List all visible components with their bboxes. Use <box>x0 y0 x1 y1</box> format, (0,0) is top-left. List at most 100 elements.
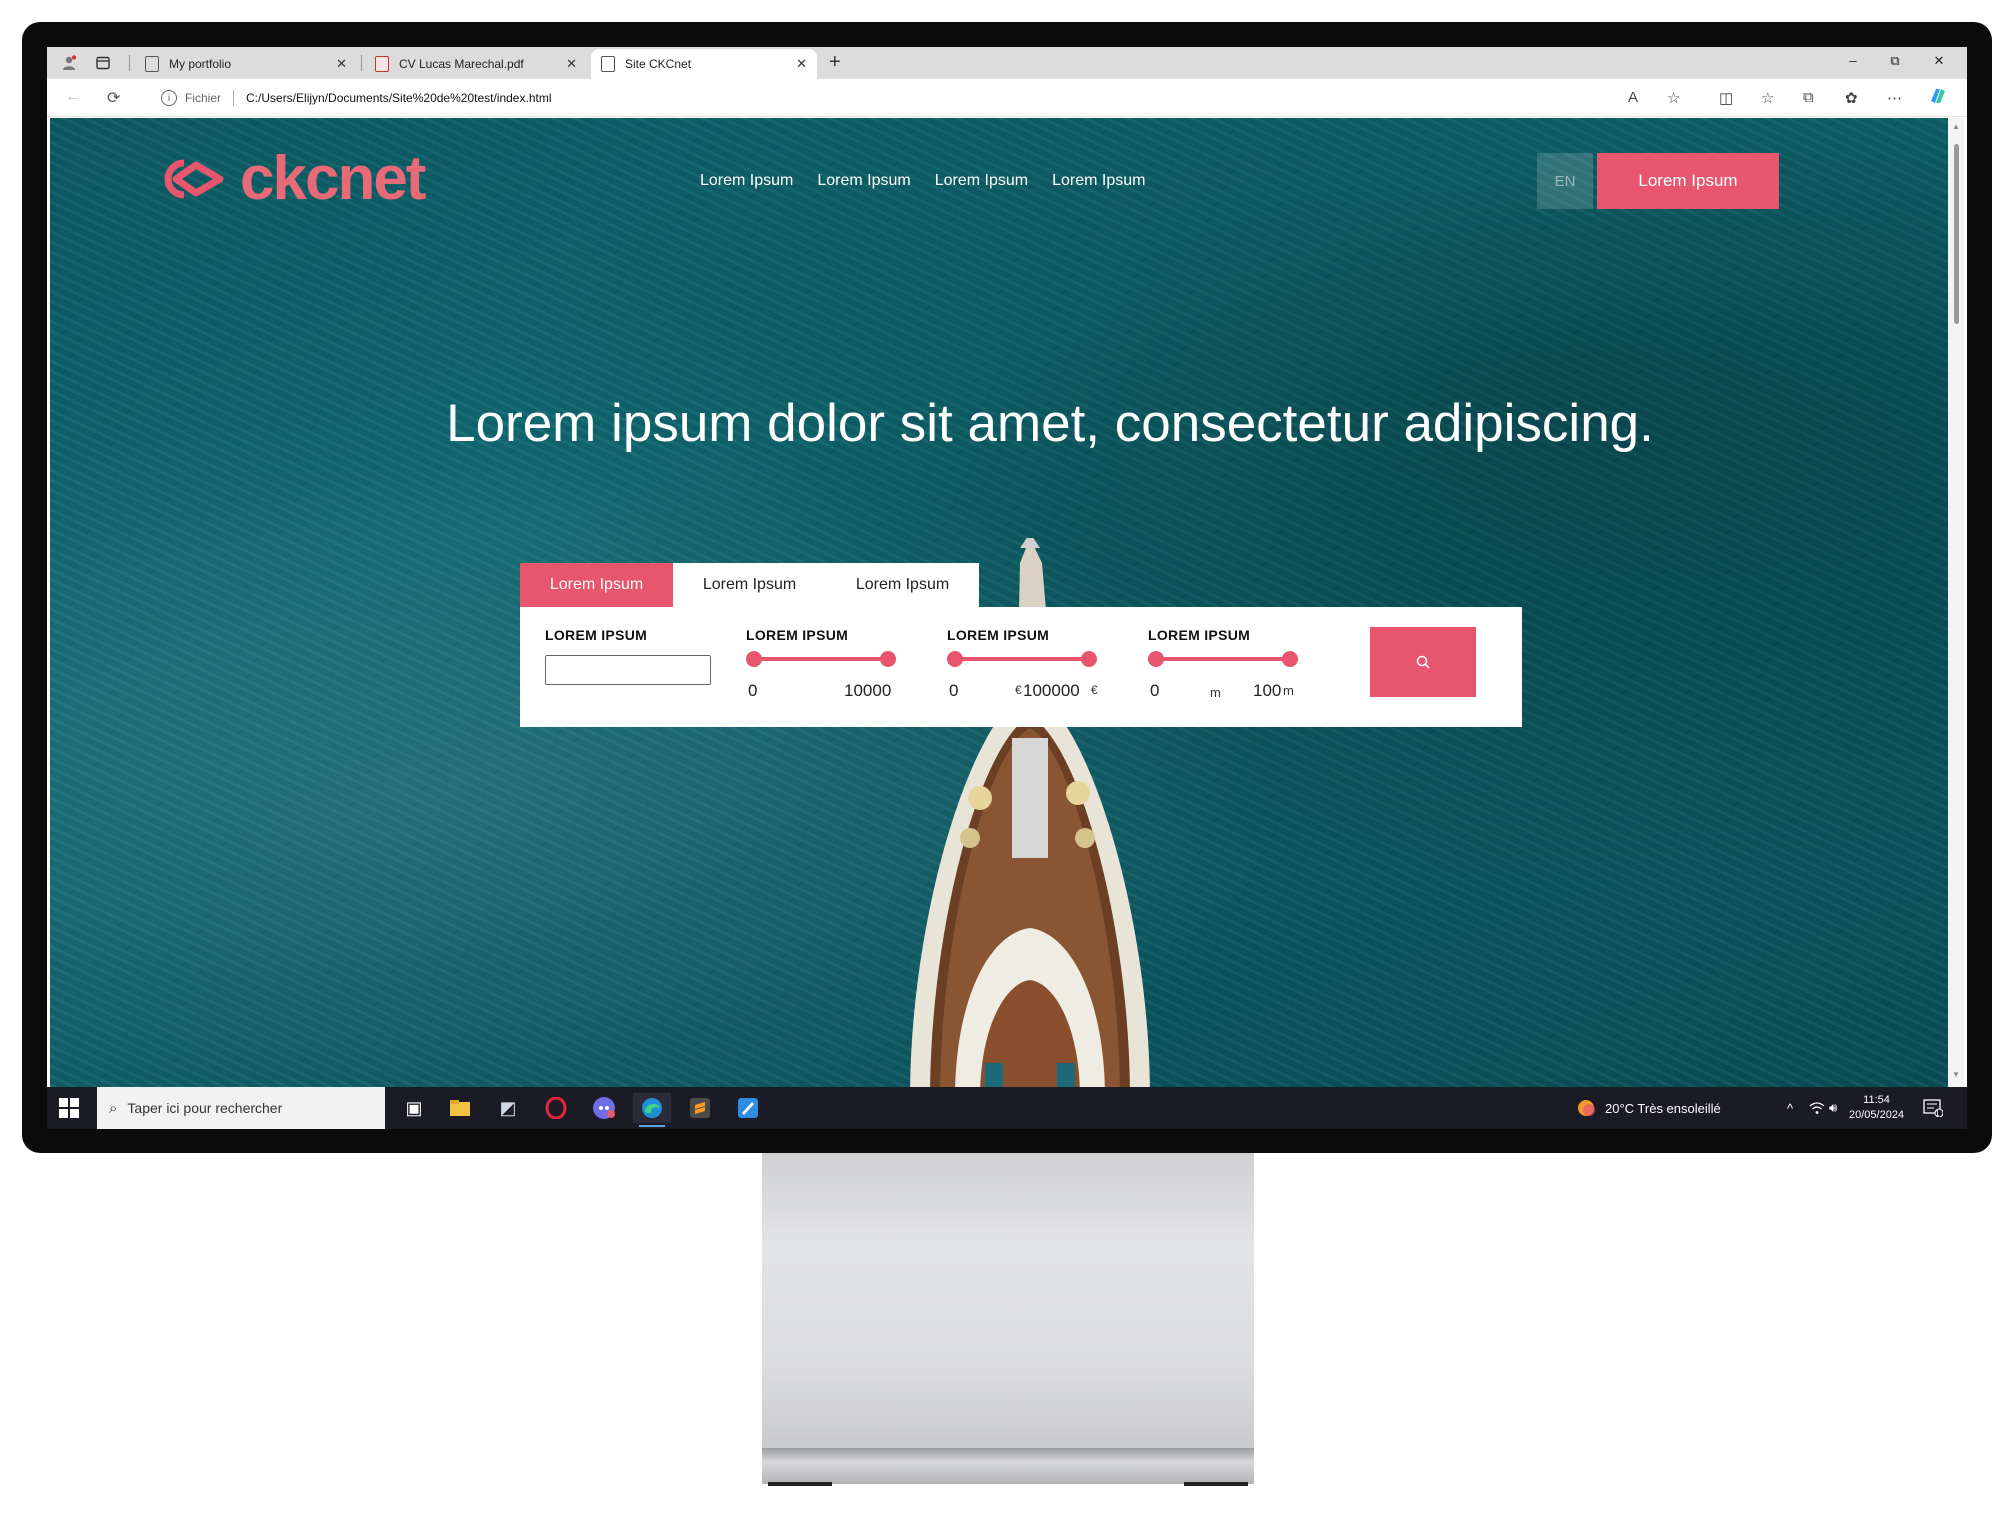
scroll-down-arrow[interactable]: ▼ <box>1952 1070 1960 1079</box>
scroll-up-arrow[interactable]: ▲ <box>1952 122 1960 131</box>
taskbar-search-placeholder: Taper ici pour rechercher <box>127 1100 283 1116</box>
range-min-value: 0 <box>949 681 959 700</box>
search-icon: ⌕ <box>109 1099 118 1117</box>
opera-icon[interactable] <box>537 1093 575 1123</box>
tab-site-ckcnet[interactable]: Site CKCnet ✕ <box>591 49 817 79</box>
search-tabs: Lorem Ipsum Lorem Ipsum Lorem Ipsum <box>520 563 979 607</box>
nav-link[interactable]: Lorem Ipsum <box>700 172 793 190</box>
url-separator <box>233 90 235 106</box>
field-label: LOREM IPSUM <box>545 627 648 643</box>
volume-icon[interactable]: 🔊︎ <box>1829 1087 1837 1129</box>
network-app-icon[interactable]: ◩ <box>489 1093 527 1123</box>
page-scrollbar[interactable]: ▲ ▼ <box>1948 118 1964 1087</box>
minimize-button[interactable]: – <box>1843 53 1863 68</box>
taskbar-search[interactable]: ⌕ Taper ici pour rechercher <box>97 1087 385 1129</box>
url-text[interactable]: C:/Users/Elijyn/Documents/Site%20de%20te… <box>246 91 551 105</box>
range-slider-min-handle[interactable] <box>746 651 762 667</box>
tab-separator <box>129 55 130 71</box>
search-icon <box>1416 655 1430 669</box>
windows-taskbar: ⌕ Taper ici pour rechercher ▣ ◩ 20°C Trè… <box>47 1087 1967 1129</box>
system-clock[interactable]: 11:54 20/05/2024 <box>1849 1093 1904 1123</box>
address-bar[interactable]: i Fichier C:/Users/Elijyn/Documents/Site… <box>147 83 1707 113</box>
file-explorer-icon[interactable] <box>441 1093 479 1123</box>
more-menu-icon[interactable]: ⋯ <box>1887 89 1902 107</box>
favorites-icon[interactable]: ☆ <box>1761 89 1774 107</box>
tab-title: My portfolio <box>169 57 232 71</box>
site-logo[interactable]: ckcnet <box>154 144 426 213</box>
nav-link[interactable]: Lorem Ipsum <box>1052 172 1145 190</box>
search-tab[interactable]: Lorem Ipsum <box>673 563 826 607</box>
back-button[interactable]: ← <box>65 88 81 106</box>
clock-time: 11:54 <box>1863 1094 1890 1106</box>
favorite-star-icon[interactable]: ☆ <box>1667 89 1680 107</box>
close-tab-icon[interactable]: ✕ <box>796 56 807 72</box>
notification-center-icon[interactable]: 1 <box>1923 1087 1943 1129</box>
copilot-icon[interactable] <box>1927 85 1949 111</box>
wifi-icon[interactable] <box>1809 1087 1825 1129</box>
page-icon <box>145 56 159 72</box>
discord-icon[interactable] <box>585 1093 623 1123</box>
weather-widget[interactable]: 20°C Très ensoleillé <box>1575 1087 1721 1129</box>
unit-label: € <box>1015 683 1022 697</box>
range-slider-track[interactable] <box>754 657 888 661</box>
field-label: LOREM IPSUM <box>947 627 1050 643</box>
search-text-input[interactable] <box>545 655 711 685</box>
windows-start-icon[interactable] <box>59 1098 79 1118</box>
page-icon <box>601 56 615 72</box>
sublime-text-icon[interactable] <box>681 1093 719 1123</box>
tab-cv-pdf[interactable]: CV Lucas Marechal.pdf ✕ <box>365 49 587 79</box>
unit-label: € <box>1091 683 1098 697</box>
range-slider-track[interactable] <box>1156 657 1290 661</box>
clock-date: 20/05/2024 <box>1849 1109 1905 1121</box>
notification-count: 1 <box>1935 1109 1940 1118</box>
cta-button[interactable]: Lorem Ipsum <box>1597 153 1779 209</box>
range-slider-min-handle[interactable] <box>1148 651 1164 667</box>
range-max-value: 100000 <box>1023 681 1080 700</box>
range-field-3: LOREM IPSUM <box>1148 627 1308 643</box>
split-screen-icon[interactable]: ◫ <box>1719 89 1733 107</box>
profile-icon[interactable] <box>59 53 79 73</box>
monitor-stand <box>762 1153 1254 1451</box>
close-tab-icon[interactable]: ✕ <box>566 56 577 72</box>
collections-icon[interactable]: ⧉ <box>1803 89 1814 106</box>
task-view-icon[interactable]: ▣ <box>395 1093 433 1123</box>
page-viewport: ckcnet Lorem Ipsum Lorem Ipsum Lorem Ips… <box>50 118 1948 1087</box>
nav-link[interactable]: Lorem Ipsum <box>935 172 1028 190</box>
range-field-2: LOREM IPSUM <box>947 627 1107 643</box>
edge-icon[interactable] <box>633 1093 671 1127</box>
stand-foot-left <box>768 1482 832 1486</box>
search-tab[interactable]: Lorem Ipsum <box>520 563 673 607</box>
range-slider-max-handle[interactable] <box>1282 651 1298 667</box>
range-slider-track[interactable] <box>955 657 1089 661</box>
close-window-button[interactable]: ✕ <box>1929 53 1949 69</box>
sun-icon <box>1578 1100 1595 1116</box>
read-aloud-icon[interactable]: A <box>1628 89 1638 106</box>
tab-my-portfolio[interactable]: My portfolio ✕ <box>135 49 357 79</box>
tab-actions-icon[interactable] <box>93 53 113 73</box>
range-slider-min-handle[interactable] <box>947 651 963 667</box>
search-tab[interactable]: Lorem Ipsum <box>826 563 979 607</box>
nav-link[interactable]: Lorem Ipsum <box>817 172 910 190</box>
close-tab-icon[interactable]: ✕ <box>336 56 347 72</box>
info-icon[interactable]: i <box>161 90 177 106</box>
language-button[interactable]: EN <box>1537 153 1593 209</box>
reload-button[interactable]: ⟳ <box>107 88 120 108</box>
paint-app-icon[interactable] <box>729 1093 767 1123</box>
logo-text: ckcnet <box>240 144 426 213</box>
tray-chevron-icon[interactable]: ^ <box>1787 1087 1793 1129</box>
monitor-stand-base <box>762 1448 1254 1484</box>
extensions-icon[interactable]: ✿ <box>1845 89 1858 107</box>
browser-toolbar: ← ⟳ i Fichier C:/Users/Elijyn/Documents/… <box>47 79 1967 117</box>
range-min-value: 0 <box>1150 681 1160 700</box>
scroll-thumb[interactable] <box>1954 144 1959 324</box>
range-slider-max-handle[interactable] <box>880 651 896 667</box>
main-nav: Lorem Ipsum Lorem Ipsum Lorem Ipsum Lore… <box>700 172 1146 190</box>
search-button[interactable] <box>1370 627 1476 697</box>
browser-tab-strip: My portfolio ✕ CV Lucas Marechal.pdf ✕ S… <box>47 47 1967 79</box>
new-tab-button[interactable]: + <box>829 51 841 74</box>
weather-text: 20°C Très ensoleillé <box>1605 1100 1721 1116</box>
restore-button[interactable]: ⧉ <box>1885 53 1905 69</box>
range-slider-max-handle[interactable] <box>1081 651 1097 667</box>
tab-title: CV Lucas Marechal.pdf <box>399 57 524 71</box>
range-field-1: LOREM IPSUM <box>746 627 906 643</box>
